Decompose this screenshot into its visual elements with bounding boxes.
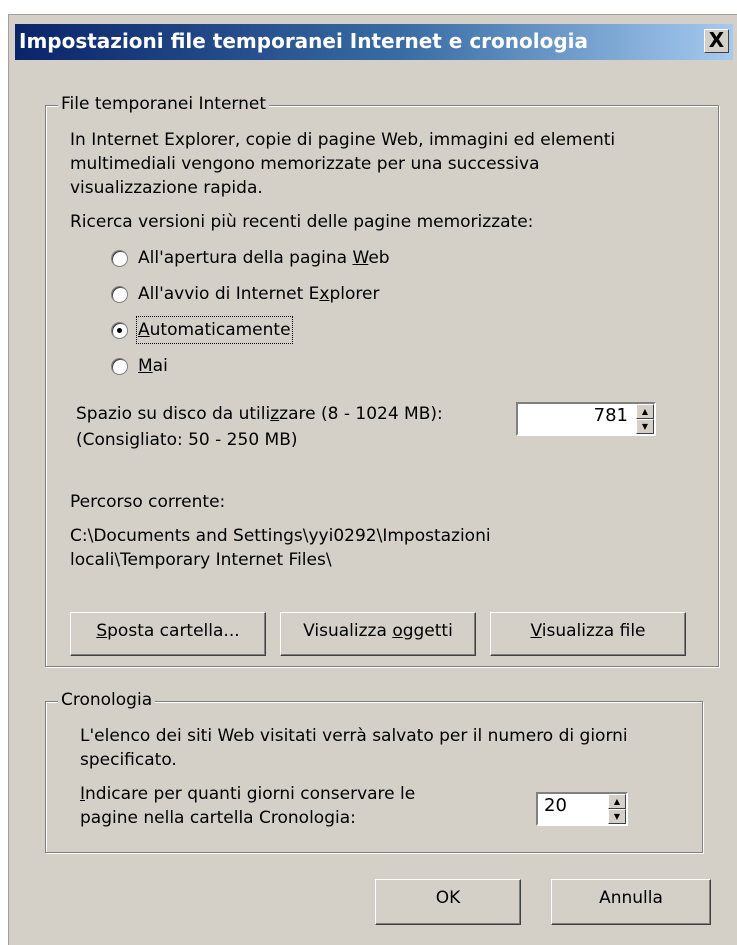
history-description-line1: L'elenco dei siti Web visitati verrà sal… (80, 726, 628, 746)
disk-space-spinner[interactable]: 781 ▲ ▼ (516, 402, 656, 436)
current-path-line1: C:\Documents and Settings\yyi0292\Impost… (70, 526, 491, 546)
ok-button[interactable]: OK (375, 879, 521, 925)
move-folder-button[interactable]: Sposta cartella... (70, 612, 266, 656)
history-legend: Cronologia (58, 690, 156, 710)
window-title: Impostazioni file temporanei Internet e … (19, 29, 589, 53)
view-objects-button[interactable]: Visualizza oggetti (280, 612, 476, 656)
history-days-label-line1: Indicare per quanti giorni conservare le (80, 784, 416, 804)
current-path-label: Percorso corrente: (70, 492, 226, 512)
spinner-buttons: ▲ ▼ (636, 404, 654, 434)
temp-files-legend: File temporanei Internet (58, 94, 269, 114)
settings-dialog: Impostazioni file temporanei Internet e … (8, 14, 737, 945)
cancel-button[interactable]: Annulla (551, 879, 711, 925)
close-button[interactable]: X (704, 29, 729, 53)
history-days-value[interactable]: 20 (544, 795, 567, 816)
radio-open-page-label[interactable]: All'apertura della pagina Web (138, 246, 390, 270)
current-path-line2: locali\Temporary Internet Files\ (70, 550, 332, 570)
spinner-buttons: ▲ ▼ (608, 794, 626, 824)
title-bar: Impostazioni file temporanei Internet e … (15, 24, 733, 60)
check-versions-label: Ricerca versioni più recenti delle pagin… (70, 212, 534, 232)
temp-files-description-line1: In Internet Explorer, copie di pagine We… (70, 130, 616, 150)
ok-label: OK (435, 888, 461, 908)
radio-button[interactable] (111, 250, 128, 267)
radio-button[interactable] (111, 286, 128, 303)
spin-up-button[interactable]: ▲ (636, 404, 654, 419)
radio-button-selected[interactable] (111, 322, 128, 339)
radio-automatic-label[interactable]: Automaticamente (136, 316, 293, 344)
radio-button[interactable] (111, 358, 128, 375)
spin-down-button[interactable]: ▼ (636, 419, 654, 434)
history-days-spinner[interactable]: 20 ▲ ▼ (536, 792, 628, 826)
disk-space-value[interactable]: 781 (594, 405, 628, 426)
spin-up-button[interactable]: ▲ (608, 794, 626, 809)
view-files-button[interactable]: Visualizza file (490, 612, 686, 656)
cancel-label: Annulla (599, 888, 663, 908)
disk-space-label: Spazio su disco da utilizzare (8 - 1024 … (76, 404, 443, 424)
temp-files-description-line3: visualizzazione rapida. (70, 178, 263, 198)
history-days-label-line2: pagine nella cartella Cronologia: (80, 808, 356, 828)
temp-files-description-line2: multimediali vengono memorizzate per una… (70, 154, 540, 174)
temp-files-group: File temporanei Internet In Internet Exp… (45, 94, 719, 667)
spin-down-button[interactable]: ▼ (608, 809, 626, 824)
history-group: Cronologia L'elenco dei siti Web visitat… (45, 690, 703, 853)
radio-ie-start-label[interactable]: All'avvio di Internet Explorer (138, 282, 379, 306)
radio-never-label[interactable]: Mai (138, 354, 168, 378)
history-description-line2: specificato. (80, 750, 177, 770)
radio-dot (117, 328, 122, 333)
disk-space-hint: (Consigliato: 50 - 250 MB) (76, 430, 298, 450)
